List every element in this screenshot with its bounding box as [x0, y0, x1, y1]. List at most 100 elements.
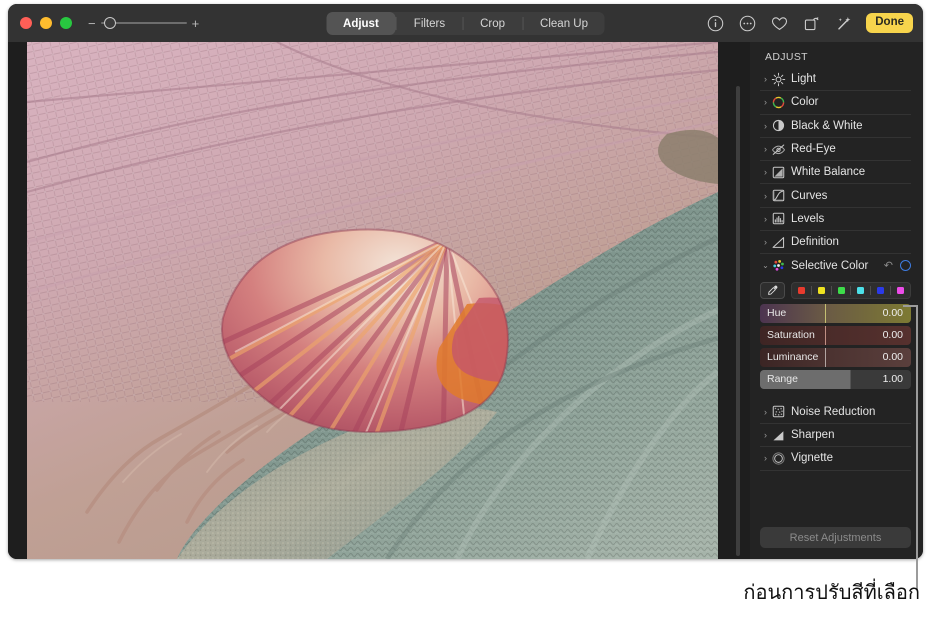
slider-label: Luminance	[767, 351, 818, 363]
slider-luminance-marker[interactable]	[825, 348, 827, 367]
sidebar-item-vignette[interactable]: › Vignette	[760, 447, 911, 470]
tab-adjust[interactable]: Adjust	[326, 12, 396, 35]
sidebar-item-definition[interactable]: › Definition	[760, 231, 911, 254]
photo-image[interactable]	[27, 42, 718, 559]
auto-enhance-wand-icon[interactable]	[834, 14, 853, 33]
zoom-in-icon[interactable]: +	[192, 17, 200, 30]
slider-label: Saturation	[767, 329, 815, 341]
tab-filters[interactable]: Filters	[397, 12, 462, 35]
zoom-out-icon[interactable]: −	[88, 17, 96, 30]
info-icon[interactable]	[706, 14, 725, 33]
photo-canvas	[8, 42, 750, 559]
sidebar-item-white-balance[interactable]: › White Balance	[760, 161, 911, 184]
swatch-cyan[interactable]	[857, 287, 864, 294]
half-circle-icon	[771, 118, 786, 133]
sidebar-item-black-and-white[interactable]: › Black & White	[760, 115, 911, 138]
tab-clean-up[interactable]: Clean Up	[523, 12, 605, 35]
reset-adjustments-button[interactable]: Reset Adjustments	[760, 527, 911, 548]
slider-value: 0.00	[883, 351, 903, 363]
edit-mode-tabs: Adjust Filters Crop Clean Up	[326, 12, 605, 35]
levels-icon	[771, 211, 786, 226]
chevron-right-icon[interactable]: ›	[760, 214, 771, 224]
more-options-icon[interactable]	[738, 14, 757, 33]
favorite-heart-icon[interactable]	[770, 14, 789, 33]
chevron-right-icon[interactable]: ›	[760, 191, 771, 201]
swatch-blue[interactable]	[877, 287, 884, 294]
photos-edit-window: − + Adjust Filters Crop Clean Up	[8, 4, 923, 559]
rotate-icon[interactable]	[802, 14, 821, 33]
slider-saturation[interactable]: Saturation 0.00	[760, 326, 911, 345]
swatch-yellow[interactable]	[818, 287, 825, 294]
sidebar-item-label: Levels	[791, 213, 911, 225]
eyedropper-button[interactable]	[760, 282, 785, 299]
sidebar-item-label: Definition	[791, 236, 911, 248]
adjust-sidebar: ADJUST › Light › Color ›	[750, 42, 923, 559]
slider-label: Range	[767, 373, 798, 385]
sidebar-item-label: White Balance	[791, 166, 911, 178]
eye-slash-icon	[771, 142, 786, 157]
swatch-divider	[850, 286, 851, 295]
chevron-right-icon[interactable]: ›	[760, 453, 771, 463]
definition-triangle-icon	[771, 235, 786, 250]
chevron-right-icon[interactable]: ›	[760, 144, 771, 154]
slider-hue[interactable]: Hue 0.00	[760, 304, 911, 323]
sidebar-item-red-eye[interactable]: › Red-Eye	[760, 138, 911, 161]
chevron-right-icon[interactable]: ›	[760, 74, 771, 84]
close-window-button[interactable]	[20, 17, 32, 29]
sidebar-item-label: Light	[791, 73, 911, 85]
selective-color-panel: Hue 0.00 Saturation 0.00 Luminance 0.00 …	[760, 282, 911, 389]
slider-value: 0.00	[883, 329, 903, 341]
sidebar-item-sharpen[interactable]: › Sharpen	[760, 424, 911, 447]
photo-scrollbar[interactable]	[736, 86, 740, 556]
traffic-light-buttons	[20, 17, 72, 29]
brightness-icon	[771, 72, 786, 87]
zoom-window-button[interactable]	[60, 17, 72, 29]
undo-arrow-icon[interactable]: ↶	[884, 259, 893, 272]
color-wheel-icon	[771, 95, 786, 110]
chevron-right-icon[interactable]: ›	[760, 430, 771, 440]
sidebar-item-label: Color	[791, 96, 911, 108]
sidebar-item-label: Sharpen	[791, 429, 911, 441]
panel-spacer	[750, 392, 923, 401]
chevron-down-icon[interactable]: ⌄	[760, 261, 771, 270]
sharpen-triangle-icon	[771, 428, 786, 443]
chevron-right-icon[interactable]: ›	[760, 97, 771, 107]
chevron-right-icon[interactable]: ›	[760, 407, 771, 417]
slider-saturation-marker[interactable]	[825, 326, 827, 345]
toolbar-actions: Done	[706, 4, 913, 42]
window-toolbar: − + Adjust Filters Crop Clean Up	[8, 4, 923, 42]
sidebar-item-curves[interactable]: › Curves	[760, 184, 911, 207]
slider-range[interactable]: Range 1.00	[760, 370, 911, 389]
enable-circle-icon[interactable]	[900, 260, 911, 271]
swatch-divider	[831, 286, 832, 295]
vignette-circle-icon	[771, 451, 786, 466]
chevron-right-icon[interactable]: ›	[760, 121, 771, 131]
sidebar-item-label: Vignette	[791, 452, 911, 464]
callout-bracket-tick	[903, 305, 917, 307]
photo-artwork	[27, 42, 718, 559]
sidebar-item-noise-reduction[interactable]: › Noise Reduction	[760, 401, 911, 424]
sidebar-item-label: Red-Eye	[791, 143, 911, 155]
tab-crop[interactable]: Crop	[463, 12, 522, 35]
callout-bracket-line	[916, 305, 918, 590]
sidebar-item-light[interactable]: › Light	[760, 68, 911, 91]
minimize-window-button[interactable]	[40, 17, 52, 29]
slider-value: 0.00	[883, 307, 903, 319]
swatch-divider	[811, 286, 812, 295]
zoom-slider-knob[interactable]	[104, 17, 116, 29]
swatch-green[interactable]	[838, 287, 845, 294]
zoom-slider-track[interactable]	[101, 16, 187, 30]
slider-value: 1.00	[883, 373, 903, 385]
slider-hue-marker[interactable]	[825, 304, 827, 323]
zoom-slider-control[interactable]: − +	[88, 16, 199, 30]
done-button[interactable]: Done	[866, 13, 913, 33]
sidebar-item-selective-color[interactable]: ⌄ Selective Color ↶	[760, 254, 911, 276]
sidebar-item-color[interactable]: › Color	[760, 91, 911, 114]
selective-color-icon	[771, 258, 786, 273]
sidebar-item-levels[interactable]: › Levels	[760, 208, 911, 231]
swatch-magenta[interactable]	[897, 287, 904, 294]
chevron-right-icon[interactable]: ›	[760, 167, 771, 177]
swatch-red[interactable]	[798, 287, 805, 294]
slider-luminance[interactable]: Luminance 0.00	[760, 348, 911, 367]
chevron-right-icon[interactable]: ›	[760, 237, 771, 247]
